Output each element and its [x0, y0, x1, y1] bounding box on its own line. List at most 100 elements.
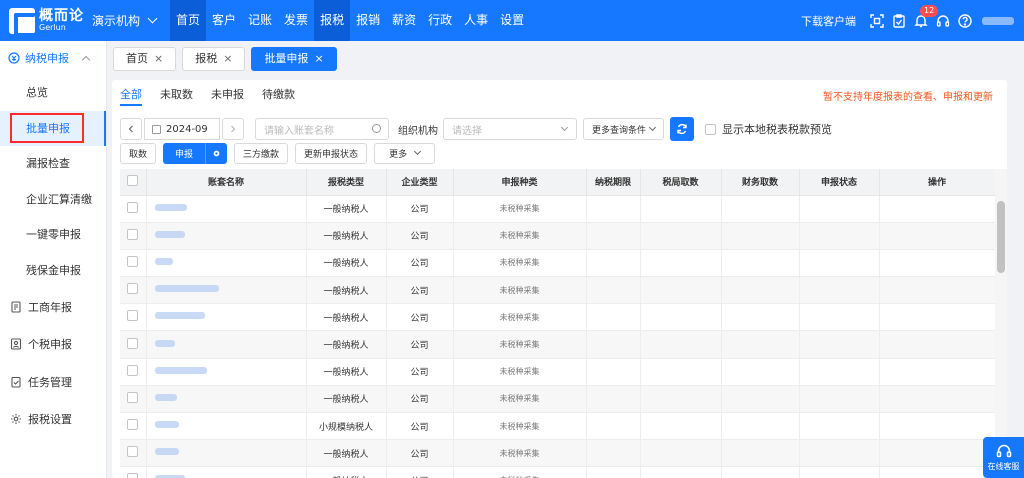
table-row[interactable]: 小规模纳税人 公司 未税种采集	[120, 412, 995, 441]
local-preview-checkbox[interactable]	[705, 123, 717, 135]
account-name-redacted[interactable]	[154, 339, 175, 347]
nav-settings[interactable]: 设置	[494, 0, 530, 41]
scrollbar-thumb[interactable]	[997, 201, 1005, 273]
col-tax-period[interactable]: 纳税期限	[586, 169, 641, 196]
row-checkbox[interactable]	[127, 228, 139, 240]
table-row[interactable]: 一般纳税人 公司 未税种采集	[120, 385, 995, 414]
row-checkbox[interactable]	[127, 391, 139, 403]
account-name-redacted[interactable]	[154, 448, 179, 456]
sidebar-item-batch-declaration[interactable]: 批量申报	[0, 110, 106, 146]
online-service-button[interactable]: 在线客服	[983, 437, 1024, 478]
col-finance-fetch[interactable]: 财务取数	[721, 169, 800, 196]
col-account-name[interactable]: 账套名称	[146, 169, 307, 196]
sidebar-item-business-annual-report[interactable]: 工商年报	[0, 288, 106, 326]
table-row[interactable]: 一般纳税人 公司 未税种采集	[120, 303, 995, 332]
declare-settings-button[interactable]	[205, 142, 228, 164]
help-icon[interactable]	[958, 13, 972, 28]
row-checkbox[interactable]	[127, 283, 139, 295]
nav-payroll[interactable]: 薪资	[386, 0, 422, 41]
col-tax-type[interactable]: 报税类型	[306, 169, 387, 196]
next-period-button[interactable]	[222, 118, 244, 140]
col-bureau-fetch[interactable]: 税局取数	[640, 169, 722, 196]
update-status-button[interactable]: 更新申报状态	[295, 142, 368, 164]
brand-logo[interactable]: 概而论 Gerlun	[0, 0, 84, 41]
download-client-link[interactable]: 下载客户端	[801, 13, 856, 29]
nav-bookkeeping[interactable]: 记账	[242, 0, 278, 41]
fetch-button[interactable]: 取数	[120, 142, 157, 164]
nav-admin[interactable]: 行政	[422, 0, 458, 41]
nav-reimbursement[interactable]: 报销	[350, 0, 386, 41]
col-company-type[interactable]: 企业类型	[386, 169, 454, 196]
clipboard-check-icon[interactable]	[892, 13, 906, 28]
col-declaration-status[interactable]: 申报状态	[799, 169, 880, 196]
row-checkbox[interactable]	[127, 473, 139, 478]
nav-invoices[interactable]: 发票	[278, 0, 314, 41]
nav-hr[interactable]: 人事	[458, 0, 494, 41]
org-select[interactable]: 请选择	[443, 118, 577, 140]
sidebar-item-zero-declaration[interactable]: 一键零申报	[0, 217, 106, 253]
row-checkbox[interactable]	[127, 310, 139, 322]
table-row[interactable]: 一般纳税人 公司 未税种采集	[120, 249, 995, 278]
account-name-redacted[interactable]	[154, 393, 177, 401]
more-conditions-button[interactable]: 更多查询条件	[583, 118, 665, 140]
sidebar-item-personal-tax[interactable]: 个税申报	[0, 326, 106, 364]
row-checkbox[interactable]	[127, 337, 139, 349]
table-row[interactable]: 一般纳税人 公司 未税种采集	[120, 222, 995, 250]
tab-batch-declaration[interactable]: 批量申报 ×	[251, 46, 337, 71]
sidebar-item-missed-check[interactable]: 漏报检查	[0, 146, 106, 182]
row-checkbox[interactable]	[127, 446, 139, 458]
tab-home[interactable]: 首页 ×	[113, 46, 177, 71]
declare-button[interactable]: 申报	[163, 142, 206, 164]
subtab-pending-payment[interactable]: 待缴款	[262, 86, 295, 106]
table-row[interactable]: 一般纳税人 公司 未税种采集	[120, 276, 995, 305]
table-row[interactable]: 一般纳税人 公司 未税种采集	[120, 439, 995, 468]
close-icon[interactable]: ×	[154, 48, 163, 70]
table-row[interactable]: 一般纳税人 公司 未税种采集	[120, 358, 995, 386]
sidebar-item-overview[interactable]: 总览	[0, 75, 106, 111]
row-checkbox[interactable]	[127, 201, 139, 213]
sidebar-section-tax-declaration[interactable]: 纳税申报	[0, 41, 106, 75]
account-name-redacted[interactable]	[154, 203, 187, 211]
bell-icon[interactable]: 12	[914, 4, 939, 28]
sidebar-item-disability-fund[interactable]: 残保金申报	[0, 253, 106, 289]
table-row[interactable]: 一般纳税人 公司 未税种采集	[120, 195, 995, 223]
close-icon[interactable]: ×	[223, 48, 232, 70]
refresh-button[interactable]	[670, 117, 695, 141]
sidebar-item-task-management[interactable]: 任务管理	[0, 363, 106, 401]
row-checkbox[interactable]	[127, 255, 139, 267]
row-checkbox[interactable]	[127, 364, 139, 376]
account-name-redacted[interactable]	[154, 421, 179, 429]
scan-icon[interactable]	[870, 13, 884, 28]
account-search-input[interactable]: 请输入账套名称	[255, 118, 389, 140]
table-scrollbar[interactable]	[995, 169, 1007, 478]
sidebar-item-annual-settlement[interactable]: 企业汇算清缴	[0, 182, 106, 218]
subtab-not-fetched[interactable]: 未取数	[160, 86, 193, 106]
account-name-redacted[interactable]	[154, 366, 207, 374]
table-row[interactable]: 一般纳税人 公司 未税种采集	[120, 466, 995, 478]
org-switcher[interactable]: 演示机构	[92, 12, 170, 29]
table-row[interactable]: 一般纳税人 公司 未税种采集	[120, 330, 995, 359]
account-name-redacted[interactable]	[154, 257, 173, 265]
subtab-all[interactable]: 全部	[120, 86, 142, 106]
row-checkbox[interactable]	[127, 419, 139, 431]
subtab-not-declared[interactable]: 未申报	[211, 86, 244, 106]
nav-home[interactable]: 首页	[170, 0, 207, 41]
nav-customers[interactable]: 客户	[206, 0, 242, 41]
col-declaration-category[interactable]: 申报种类	[453, 169, 587, 196]
select-all-checkbox[interactable]	[127, 174, 139, 186]
search-icon[interactable]	[372, 124, 381, 133]
nav-tax-filing[interactable]: 报税	[314, 0, 351, 41]
tax-type-cell: 一般纳税人	[306, 439, 387, 468]
more-button[interactable]: 更多	[374, 142, 436, 164]
account-name-redacted[interactable]	[154, 285, 219, 293]
sidebar-item-tax-settings[interactable]: 报税设置	[0, 401, 106, 439]
tab-tax-filing[interactable]: 报税 ×	[182, 46, 246, 71]
headset-icon[interactable]	[936, 14, 950, 28]
close-icon[interactable]: ×	[314, 48, 323, 70]
third-party-pay-button[interactable]: 三方缴款	[234, 142, 289, 164]
account-name-redacted[interactable]	[154, 230, 185, 238]
period-picker[interactable]: 2024-09	[144, 118, 220, 140]
account-name-redacted[interactable]	[154, 312, 205, 320]
prev-period-button[interactable]	[120, 118, 142, 140]
user-avatar[interactable]	[982, 16, 1014, 25]
